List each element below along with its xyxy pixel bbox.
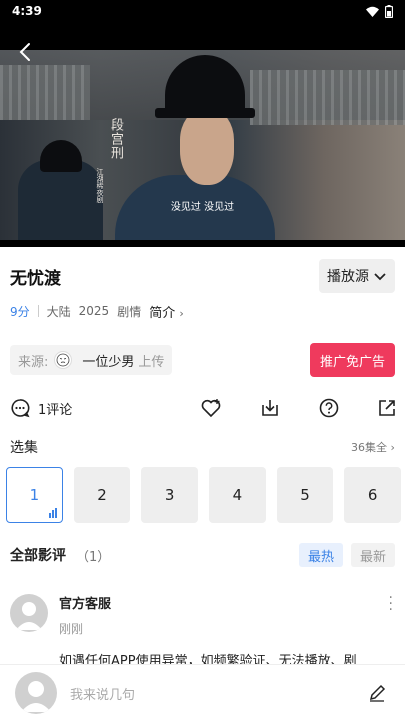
region-label: 大陆	[46, 304, 71, 319]
remove-ads-button[interactable]: 推广免广告	[310, 343, 395, 377]
frame-window-left	[0, 65, 90, 120]
reviews-count: （1）	[76, 549, 111, 565]
back-arrow-icon[interactable]	[14, 40, 38, 64]
default-avatar-icon	[16, 602, 42, 630]
video-player[interactable]: 段宫刑 江湖稀夜剧 没见过 没见过	[0, 22, 405, 247]
tab-hottest[interactable]: 最热	[299, 543, 343, 567]
episodes-title: 选集	[10, 440, 38, 456]
episode-item[interactable]: 1	[6, 467, 63, 523]
reviews-title: 全部影评	[10, 548, 66, 564]
default-avatar-icon	[21, 681, 51, 712]
episode-item[interactable]: 5	[276, 467, 334, 523]
meta-divider	[37, 305, 39, 317]
frame-hat-brim	[155, 108, 255, 118]
chevron-down-icon	[374, 273, 386, 281]
commenter-name: 官方客服	[59, 597, 112, 612]
episode-number: 1	[29, 486, 40, 504]
comment-time: 刚刚	[59, 622, 84, 636]
episode-number: 3	[164, 486, 175, 504]
episode-number: 5	[300, 486, 310, 504]
frame-face	[180, 110, 234, 185]
year-label: 2025	[78, 304, 110, 318]
frame-hat-left	[40, 140, 82, 172]
more-options-icon[interactable]: · · ·	[389, 591, 393, 617]
video-subtitle: 没见过 没见过	[170, 202, 235, 213]
uploader-name: 一位少男	[82, 354, 135, 370]
tab-newest[interactable]: 最新	[351, 543, 395, 567]
source-button[interactable]: 播放源	[319, 259, 395, 293]
genre-label: 剧情	[117, 304, 142, 319]
frame-window-right	[250, 70, 405, 125]
playing-bars-icon	[48, 508, 57, 518]
all-episodes-link[interactable]: 36集全 ›	[351, 439, 395, 455]
uploader-label: 来源:	[18, 354, 49, 370]
title-row: 无忧渡 播放源	[0, 258, 405, 294]
episode-item[interactable]: 3	[141, 467, 199, 523]
intro-link-label: 简介	[149, 305, 176, 321]
comments-count: 1评论	[38, 402, 73, 418]
episode-item[interactable]: 6	[344, 467, 402, 523]
episode-list: 1 2 3 4 5 6	[6, 467, 402, 523]
edit-pen-icon[interactable]	[367, 683, 387, 703]
episode-number: 6	[367, 486, 378, 504]
meta-row: 9分 大陆 2025 剧情 简介 ›	[10, 300, 184, 322]
reviews-header: 全部影评 （1） 最热 最新	[10, 542, 395, 568]
wifi-icon	[366, 6, 379, 17]
share-icon[interactable]	[376, 397, 398, 419]
page-title: 无忧渡	[10, 268, 61, 289]
action-row: 1评论	[0, 394, 405, 422]
chevron-right-icon: ›	[390, 441, 395, 454]
help-icon[interactable]	[318, 397, 340, 419]
avatar-face-icon	[56, 353, 70, 367]
episode-item[interactable]: 2	[73, 467, 131, 523]
favorite-icon[interactable]	[200, 397, 222, 419]
uploader-avatar	[54, 351, 73, 369]
commenter-avatar[interactable]	[10, 594, 48, 632]
uploader-action: 上传	[138, 354, 165, 370]
episode-number: 4	[232, 486, 243, 504]
comment-input[interactable]: 我来说几句	[70, 684, 135, 703]
status-bar: 4:39	[0, 0, 405, 22]
episode-number: 2	[97, 486, 107, 504]
download-icon[interactable]	[259, 397, 281, 419]
video-overlay-title: 段宫刑	[108, 118, 123, 160]
comment-input-bar: 我来说几句	[0, 664, 405, 720]
comment-icon	[11, 399, 30, 418]
episode-item[interactable]: 4	[209, 467, 266, 523]
uploader-chip[interactable]: 来源: 一位少男 上传	[10, 345, 173, 375]
battery-icon	[385, 4, 393, 18]
intro-link[interactable]: 简介 ›	[149, 302, 184, 321]
status-time: 4:39	[12, 4, 42, 18]
score-label: 9分	[10, 304, 30, 319]
all-episodes-label: 36集全	[351, 441, 387, 454]
source-button-label: 播放源	[327, 269, 369, 285]
system-icons	[366, 4, 393, 18]
comments-button[interactable]: 1评论	[10, 398, 72, 418]
my-avatar[interactable]	[15, 672, 57, 714]
chevron-right-icon: ›	[179, 306, 184, 320]
